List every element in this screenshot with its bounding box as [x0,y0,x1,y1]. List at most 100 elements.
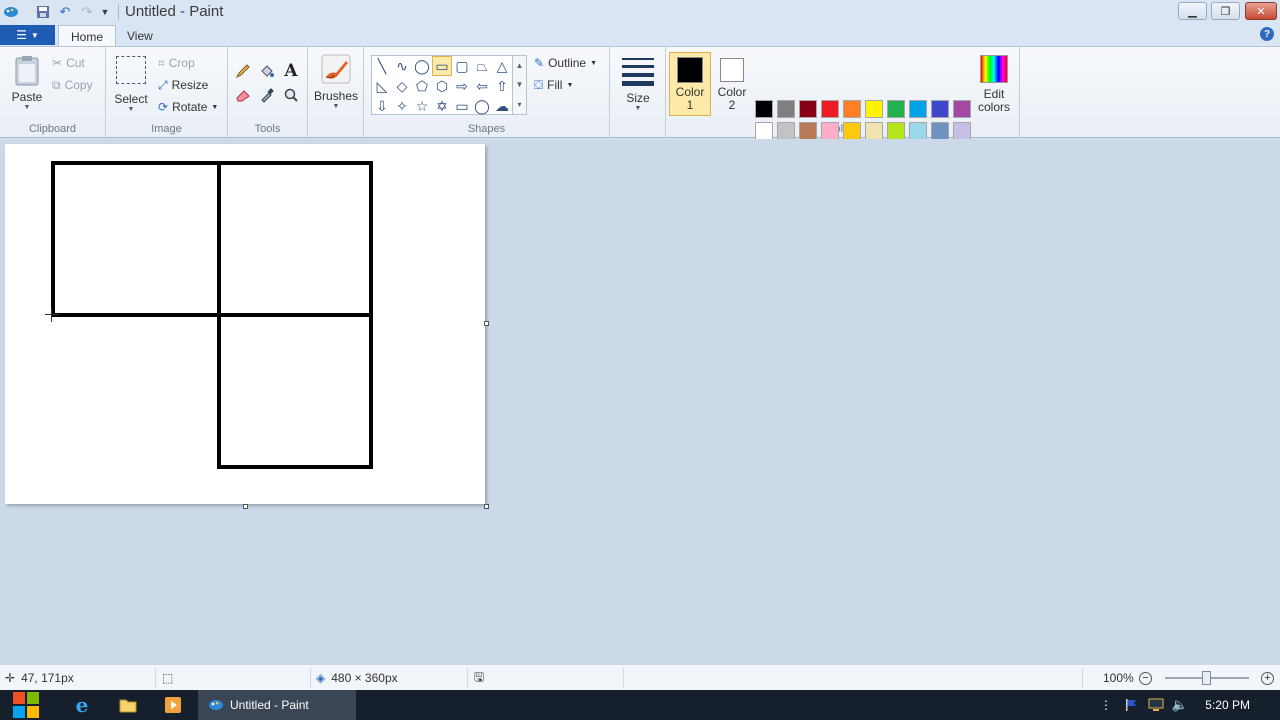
magnifier-icon[interactable] [281,85,301,105]
oval-callout-shape-icon[interactable]: ◯ [472,96,492,116]
hexagon-shape-icon[interactable]: ⬡ [432,76,452,96]
right-arrow-shape-icon[interactable]: ⇨ [452,76,472,96]
resize-handle-corner[interactable] [484,504,489,509]
outline-button[interactable]: ✎ Outline ▼ [534,54,597,72]
brushes-button[interactable]: Brushes ▼ [314,53,358,110]
gallery-expand-icon[interactable]: ▾ [517,100,521,109]
palette-swatch[interactable] [909,122,927,140]
drawing-canvas[interactable] [5,144,485,504]
palette-swatch[interactable] [953,100,971,118]
zoom-slider-thumb[interactable] [1202,671,1211,685]
action-center-flag-icon[interactable] [1121,690,1141,720]
shapes-gallery-scrollbar[interactable]: ▲ ▼ ▾ [513,55,527,115]
palette-swatch[interactable] [887,100,905,118]
chevron-down-icon: ▼ [23,104,31,111]
palette-swatch[interactable] [777,122,795,140]
customize-quick-access-icon[interactable]: ▼ [98,3,112,21]
save-icon[interactable] [34,3,52,21]
eraser-icon[interactable] [233,85,253,105]
tab-view[interactable]: View [115,25,165,47]
fill-bucket-icon[interactable] [257,61,277,81]
left-arrow-shape-icon[interactable]: ⇦ [472,76,492,96]
select-button[interactable]: Select ▼ [114,56,148,113]
oval-shape-icon[interactable]: ◯ [412,56,432,76]
palette-swatch[interactable] [843,122,861,140]
undo-icon[interactable]: ↶ [56,3,74,21]
zoom-in-button[interactable]: + [1261,665,1274,691]
resize-button[interactable]: ⤢ Resize [158,76,208,94]
help-icon[interactable]: ? [1260,27,1274,41]
resize-icon: ⤢ [158,77,168,92]
rectangle-callout-shape-icon[interactable]: ▭ [452,96,472,116]
polygon-shape-icon[interactable]: ⏢ [472,56,492,76]
edit-colors-button[interactable]: Edit colors [974,53,1014,117]
taskbar-overflow-icon[interactable]: ⋮ [1098,690,1114,720]
file-menu-button[interactable]: ☰ ▼ [0,25,55,45]
palette-swatch[interactable] [953,122,971,140]
palette-swatch[interactable] [799,100,817,118]
curve-shape-icon[interactable]: ∿ [392,56,412,76]
close-button[interactable]: ✕ [1245,2,1277,20]
triangle-shape-icon[interactable]: △ [492,56,512,76]
palette-swatch[interactable] [821,122,839,140]
network-icon[interactable] [1146,690,1166,720]
palette-swatch[interactable] [931,122,949,140]
maximize-button[interactable]: ❐ [1211,2,1240,20]
canvas-size-text: 480 × 360px [331,671,398,685]
redo-icon[interactable]: ↷ [78,3,96,21]
down-arrow-shape-icon[interactable]: ⇩ [372,96,392,116]
cut-button[interactable]: ✂ Cut [52,54,85,72]
line-shape-icon[interactable]: ╲ [372,56,392,76]
five-point-star-shape-icon[interactable]: ☆ [412,96,432,116]
resize-handle-bottom[interactable] [243,504,248,509]
right-triangle-shape-icon[interactable]: ◺ [372,76,392,96]
palette-swatch[interactable] [865,122,883,140]
palette-swatch[interactable] [931,100,949,118]
minimize-button[interactable]: ▁ [1178,2,1207,20]
taskbar-paint-button[interactable]: Untitled - Paint [198,690,356,720]
taskbar: e Untitled - Paint ⋮ 🔈 5:20 PM [0,690,1280,720]
canvas-drawing [51,161,373,469]
up-arrow-shape-icon[interactable]: ⇧ [492,76,512,96]
four-point-star-shape-icon[interactable]: ✧ [392,96,412,116]
pencil-icon[interactable] [233,61,253,81]
taskbar-clock[interactable]: 5:20 PM [1205,698,1250,712]
size-button[interactable]: Size ▼ [618,55,658,112]
color2-button[interactable]: Color 2 [712,52,752,116]
palette-swatch[interactable] [821,100,839,118]
fill-button[interactable]: ⛋ Fill ▼ [534,76,573,94]
rectangle-shape-icon[interactable]: ▭ [432,56,452,76]
palette-swatch[interactable] [799,122,817,140]
fill-bucket-icon: ⛋ [534,77,544,92]
rotate-button[interactable]: ⟳ Rotate ▼ [158,98,218,116]
palette-swatch[interactable] [865,100,883,118]
paste-button[interactable]: Paste ▼ [10,54,44,111]
palette-swatch[interactable] [755,100,773,118]
tab-home[interactable]: Home [58,25,117,47]
text-tool-icon[interactable]: A [281,61,301,81]
palette-swatch[interactable] [887,122,905,140]
media-player-icon[interactable] [157,690,189,720]
volume-muted-icon[interactable]: 🔈 [1170,690,1190,720]
diamond-shape-icon[interactable]: ◇ [392,76,412,96]
zoom-out-button[interactable]: − [1139,665,1152,691]
color1-button[interactable]: Color 1 [669,52,711,116]
rounded-rectangle-shape-icon[interactable]: ▢ [452,56,472,76]
file-explorer-icon[interactable] [112,690,144,720]
pentagon-shape-icon[interactable]: ⬠ [412,76,432,96]
copy-button[interactable]: ⧉ Copy [52,76,93,94]
scroll-up-icon[interactable]: ▲ [516,61,524,70]
crop-button[interactable]: ⌗ Crop [158,54,195,72]
resize-handle-right[interactable] [484,321,489,326]
palette-swatch[interactable] [755,122,773,140]
palette-swatch[interactable] [843,100,861,118]
scroll-down-icon[interactable]: ▼ [516,80,524,89]
paint-app-icon[interactable] [2,3,20,21]
palette-swatch[interactable] [909,100,927,118]
internet-explorer-icon[interactable]: e [66,690,98,720]
start-button[interactable] [8,690,44,720]
color-picker-icon[interactable] [257,85,277,105]
cloud-callout-shape-icon[interactable]: ☁ [492,96,512,116]
palette-swatch[interactable] [777,100,795,118]
six-point-star-shape-icon[interactable]: ✡ [432,96,452,116]
